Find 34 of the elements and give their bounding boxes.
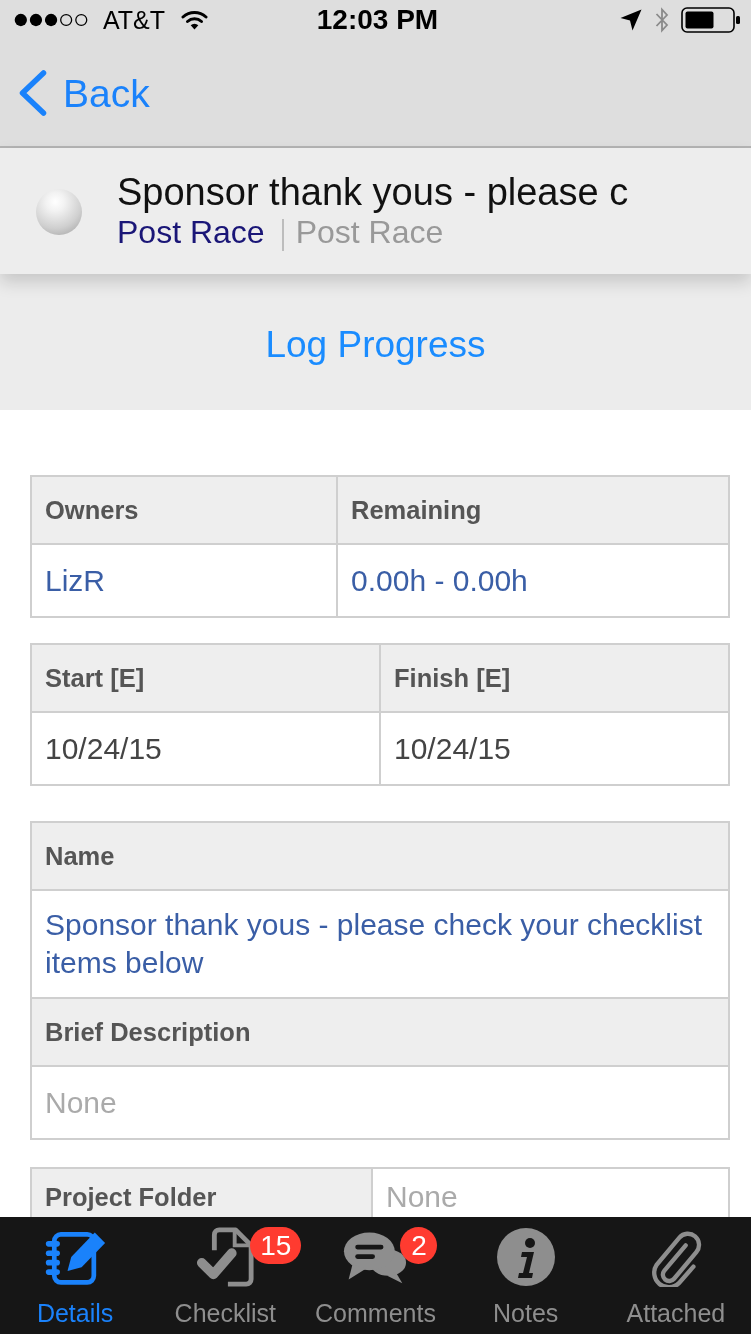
field-value: None xyxy=(373,1169,728,1217)
wifi-icon xyxy=(181,10,209,30)
field-value[interactable]: Sponsor thank yous - please check your checklist items below xyxy=(32,891,728,997)
bluetooth-icon xyxy=(655,7,669,33)
count-badge: 15 xyxy=(250,1227,302,1264)
field-header: Brief Description xyxy=(32,999,728,1065)
project-name: Post Race xyxy=(117,213,265,251)
sphere-icon xyxy=(36,189,82,235)
back-chevron-icon xyxy=(17,70,48,116)
field-value: None xyxy=(32,1067,728,1138)
count-badge: 2 xyxy=(400,1227,438,1264)
back-button[interactable]: Back xyxy=(17,70,150,116)
field-header: Remaining xyxy=(338,477,728,543)
location-arrow-icon xyxy=(620,9,642,31)
field-value[interactable]: 0.00h - 0.00h xyxy=(338,545,728,616)
field-header: Start [E] xyxy=(32,645,379,711)
carrier-name: AT&T xyxy=(103,7,166,33)
field-header: Project Folder xyxy=(32,1169,371,1217)
clock-time: 12:03 PM xyxy=(316,6,439,34)
field-header: Finish [E] xyxy=(381,645,728,711)
field-value[interactable]: LizR xyxy=(32,545,336,616)
tab[interactable]: Details xyxy=(0,1217,151,1334)
tab[interactable]: Attached xyxy=(600,1217,751,1334)
battery-icon xyxy=(681,7,741,33)
field-value: 10/24/15 xyxy=(381,713,728,784)
tab[interactable]: 2 Comments xyxy=(300,1217,451,1334)
field-header: Owners xyxy=(32,477,336,543)
task-title: Sponsor thank yous - please c xyxy=(117,171,629,213)
tab[interactable]: Notes xyxy=(450,1217,601,1334)
field-value: 10/24/15 xyxy=(32,713,379,784)
field-header: Name xyxy=(32,823,728,889)
folder-name: Post Race xyxy=(295,213,444,251)
tab[interactable]: 15 Checklist xyxy=(150,1217,301,1334)
log-progress-button[interactable]: Log Progress xyxy=(265,324,486,366)
